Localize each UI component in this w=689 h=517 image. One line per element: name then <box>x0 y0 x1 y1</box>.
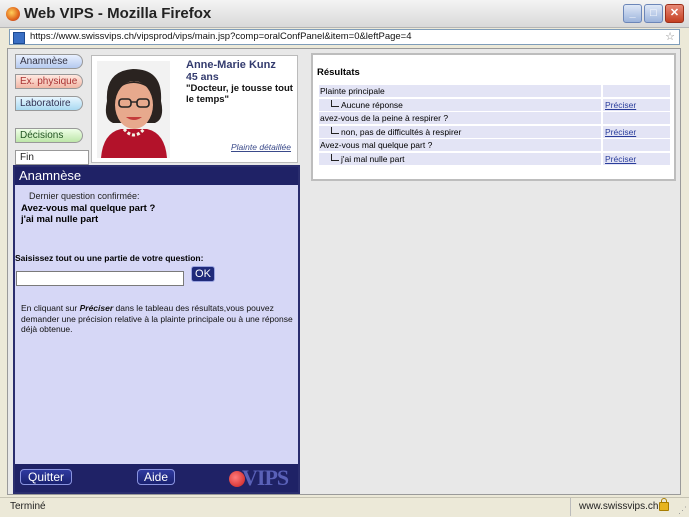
maximize-icon: □ <box>650 7 657 19</box>
tree-branch-icon <box>331 154 339 161</box>
bookmark-star-icon[interactable]: ☆ <box>665 30 675 43</box>
patient-name: Anne-Marie Kunz <box>186 59 276 71</box>
result-row: j'ai mal nulle part Préciser <box>317 153 670 165</box>
status-domain: www.swissvips.ch <box>579 501 659 512</box>
anamnese-panel: Anamnèse Dernier question confirmée: Ave… <box>13 165 300 494</box>
help-text-keyword: Préciser <box>79 303 114 313</box>
result-action <box>603 139 670 151</box>
result-answer-text: non, pas de difficultés à respirer <box>341 127 462 137</box>
patient-age: 45 ans <box>186 71 219 83</box>
url-field[interactable]: https://www.swissvips.ch/vipsprod/vips/m… <box>9 29 680 45</box>
address-bar: https://www.swissvips.ch/vipsprod/vips/m… <box>0 28 689 46</box>
anamnese-header: Anamnèse <box>15 167 298 185</box>
vips-logo-text: VIPS <box>242 465 289 490</box>
confirmed-question-text: Avez-vous mal quelque part ? <box>21 203 156 214</box>
page-icon <box>13 32 25 44</box>
result-question: avez-vous de la peine à respirer ? <box>319 112 601 124</box>
result-answer-text: j'ai mal nulle part <box>341 154 405 164</box>
quit-button[interactable]: Quitter <box>20 469 72 485</box>
preciser-link[interactable]: Préciser <box>603 153 670 165</box>
tab-fin-consultation[interactable]: Fin consultation <box>15 150 89 176</box>
resize-grip-icon[interactable]: ⋰ <box>678 505 687 516</box>
maximize-button[interactable]: □ <box>644 4 663 23</box>
status-bar: Terminé www.swissvips.ch ⋰ <box>0 497 689 517</box>
url-text: https://www.swissvips.ch/vipsprod/vips/m… <box>30 31 412 42</box>
result-row: Avez-vous mal quelque part ? <box>317 139 670 151</box>
result-row: Aucune réponse Préciser <box>317 99 670 111</box>
result-row: avez-vous de la peine à respirer ? <box>317 112 670 124</box>
firefox-icon <box>6 7 20 21</box>
close-icon: ✕ <box>669 7 680 19</box>
result-action <box>603 112 670 124</box>
result-question: Avez-vous mal quelque part ? <box>319 139 601 151</box>
tree-branch-icon <box>331 100 339 107</box>
vips-logo: VIPS <box>229 465 289 491</box>
patient-complaint: "Docteur, je tousse tout le temps" <box>186 83 293 105</box>
tab-decisions[interactable]: Décisions <box>15 128 83 143</box>
result-row: non, pas de difficultés à respirer Préci… <box>317 126 670 138</box>
window-titlebar: Web VIPS - Mozilla Firefox _ □ ✕ <box>0 0 689 28</box>
patient-card: Anne-Marie Kunz 45 ans "Docteur, je tous… <box>91 55 298 163</box>
result-answer: j'ai mal nulle part <box>319 153 601 165</box>
patient-portrait-icon <box>97 61 170 158</box>
help-button[interactable]: Aide <box>137 469 175 485</box>
confirmed-label: Dernier question confirmée: <box>29 191 140 201</box>
help-text-prefix: En cliquant sur <box>21 303 80 313</box>
result-row: Plainte principale <box>317 85 670 97</box>
close-button[interactable]: ✕ <box>665 4 684 23</box>
help-text: En cliquant sur Préciser dans le tableau… <box>21 303 293 335</box>
results-panel: Résultats Plainte principale Aucune répo… <box>311 53 676 181</box>
window-title: Web VIPS - Mozilla Firefox <box>24 5 212 22</box>
minimize-icon: _ <box>629 7 636 19</box>
tab-laboratoire[interactable]: Laboratoire <box>15 96 83 111</box>
confirmed-answer-text: j'ai mal nulle part <box>21 214 99 225</box>
status-domain-area: www.swissvips.ch <box>570 498 680 516</box>
plainte-detaillee-link[interactable]: Plainte détaillée <box>231 142 291 152</box>
patient-photo <box>97 61 170 158</box>
question-prompt-label: Saisissez tout ou une partie de votre qu… <box>15 253 204 263</box>
result-answer-text: Aucune réponse <box>341 100 403 110</box>
ok-button[interactable]: OK <box>191 266 215 282</box>
question-input[interactable] <box>16 271 184 286</box>
result-answer: Aucune réponse <box>319 99 601 111</box>
results-title: Résultats <box>317 67 360 78</box>
anamnese-footer: Quitter Aide VIPS <box>15 464 298 492</box>
preciser-link[interactable]: Préciser <box>603 99 670 111</box>
tab-anamnese[interactable]: Anamnèse <box>15 54 83 69</box>
confirmed-question: Avez-vous mal quelque part ? j'ai mal nu… <box>21 203 155 225</box>
result-action <box>603 85 670 97</box>
status-text: Terminé <box>10 501 46 512</box>
tab-ex-physique[interactable]: Ex. physique <box>15 74 83 89</box>
result-answer: non, pas de difficultés à respirer <box>319 126 601 138</box>
tree-branch-icon <box>331 127 339 134</box>
lock-icon[interactable] <box>659 498 669 511</box>
result-question: Plainte principale <box>319 85 601 97</box>
minimize-button[interactable]: _ <box>623 4 642 23</box>
preciser-link[interactable]: Préciser <box>603 126 670 138</box>
